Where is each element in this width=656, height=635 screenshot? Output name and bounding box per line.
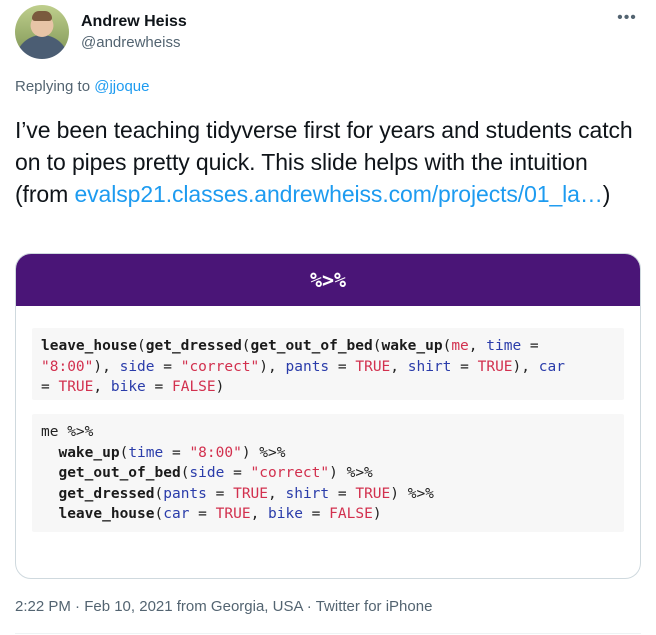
code-fn: leave_house: [41, 338, 138, 354]
slide-title: %>%: [309, 268, 347, 292]
code-line: me %>%: [41, 424, 94, 440]
nested-code-block: leave_house(get_dressed(get_out_of_bed(w…: [32, 328, 624, 400]
tweet-header: Andrew Heiss @andrewheiss •••: [15, 5, 641, 61]
code-fn: get_dressed: [58, 485, 155, 502]
code-fn: get_out_of_bed: [250, 338, 373, 354]
code-fn: get_dressed: [145, 338, 242, 354]
tweet-timestamp[interactable]: 2:22 PM · Feb 10, 2021 from Georgia, USA…: [15, 597, 432, 617]
author-display-name[interactable]: Andrew Heiss: [81, 12, 187, 31]
tweet-text: I’ve been teaching tidyverse first for y…: [15, 114, 641, 210]
tweet-media-image[interactable]: %>% leave_house(get_dressed(get_out_of_b…: [15, 253, 641, 579]
more-icon[interactable]: •••: [615, 9, 639, 33]
author-handle[interactable]: @andrewheiss: [81, 33, 187, 52]
replying-to: Replying to @jjoque: [15, 78, 149, 96]
replying-to-label: Replying to: [15, 78, 95, 95]
author-names[interactable]: Andrew Heiss @andrewheiss: [81, 12, 187, 52]
tweet-link[interactable]: evalsp21.classes.andrewheiss.com/project…: [74, 181, 602, 207]
code-fn: wake_up: [381, 338, 443, 354]
code-fn: get_out_of_bed: [58, 465, 181, 481]
slide-title-bar: %>%: [16, 254, 640, 306]
reply-mention-link[interactable]: @jjoque: [94, 78, 149, 95]
code-fn: wake_up: [58, 444, 120, 461]
piped-code-block: me %>% wake_up(time = "8:00") %>% get_ou…: [32, 414, 624, 532]
tweet: Andrew Heiss @andrewheiss ••• Replying t…: [0, 0, 656, 635]
code-fn: leave_house: [58, 506, 155, 522]
user-avatar[interactable]: [15, 5, 69, 59]
divider: [15, 633, 641, 634]
tweet-suffix: ): [602, 181, 611, 207]
